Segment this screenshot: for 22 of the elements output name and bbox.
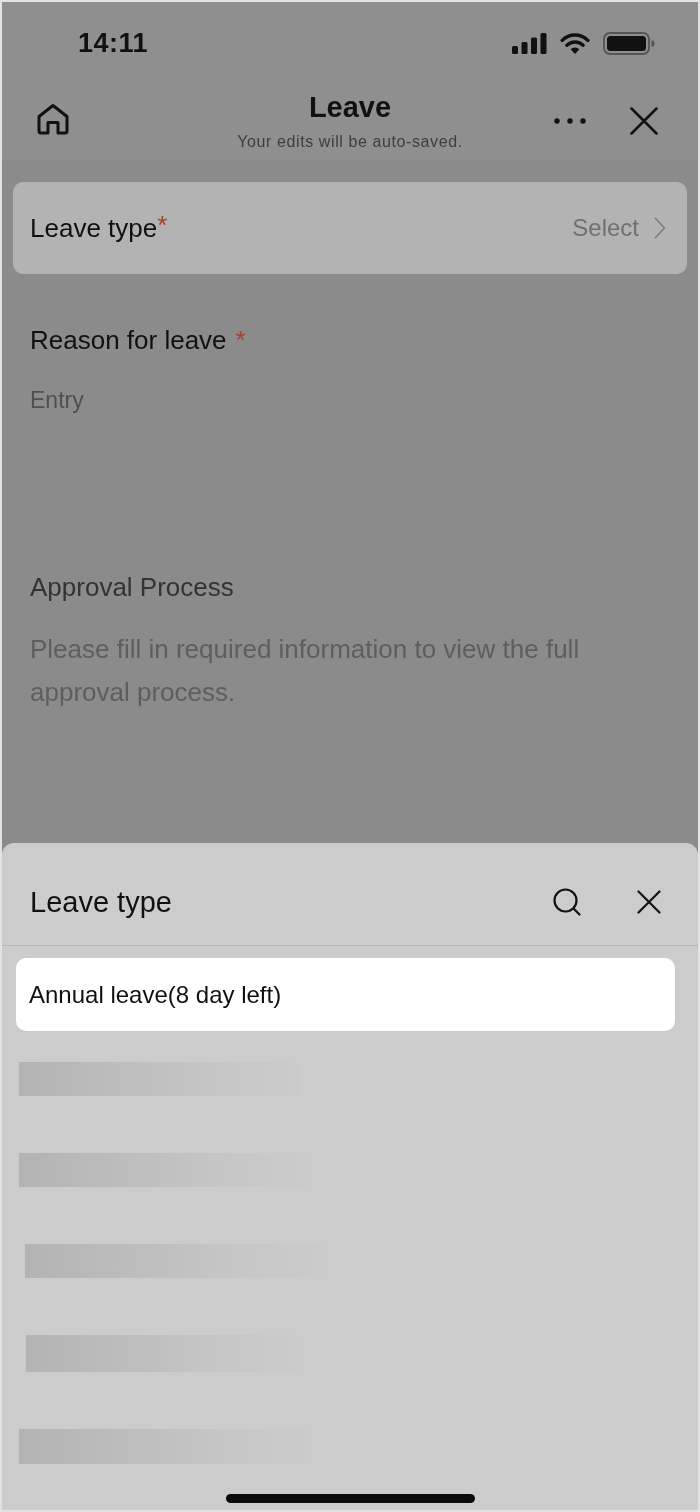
page-title: Leave — [308, 90, 392, 124]
select-placeholder: Select — [572, 213, 639, 243]
field-label: Leave type — [30, 212, 158, 244]
close-icon[interactable] — [637, 890, 661, 914]
sheet-title: Leave type — [30, 885, 172, 919]
leave-type-option[interactable]: Annual leave(8 day left) — [16, 958, 675, 1031]
autosave-note: Your edits will be auto-saved. — [237, 132, 463, 152]
home-icon[interactable] — [36, 103, 70, 135]
required-asterisk: * — [157, 209, 168, 241]
wifi-icon — [560, 32, 590, 54]
close-icon[interactable] — [630, 107, 658, 135]
search-icon[interactable] — [553, 888, 581, 916]
status-time: 14:11 — [78, 28, 149, 58]
section-title: Approval Process — [30, 571, 234, 603]
more-icon[interactable] — [554, 118, 586, 124]
required-asterisk: * — [235, 324, 246, 356]
reason-input[interactable]: Entry — [30, 385, 670, 513]
leave-type-select[interactable]: Leave type* Select — [13, 182, 687, 274]
field-label: Reason for leave — [30, 324, 227, 356]
battery-icon — [603, 31, 655, 55]
signal-icon — [512, 32, 547, 54]
chevron-right-icon — [654, 217, 666, 239]
